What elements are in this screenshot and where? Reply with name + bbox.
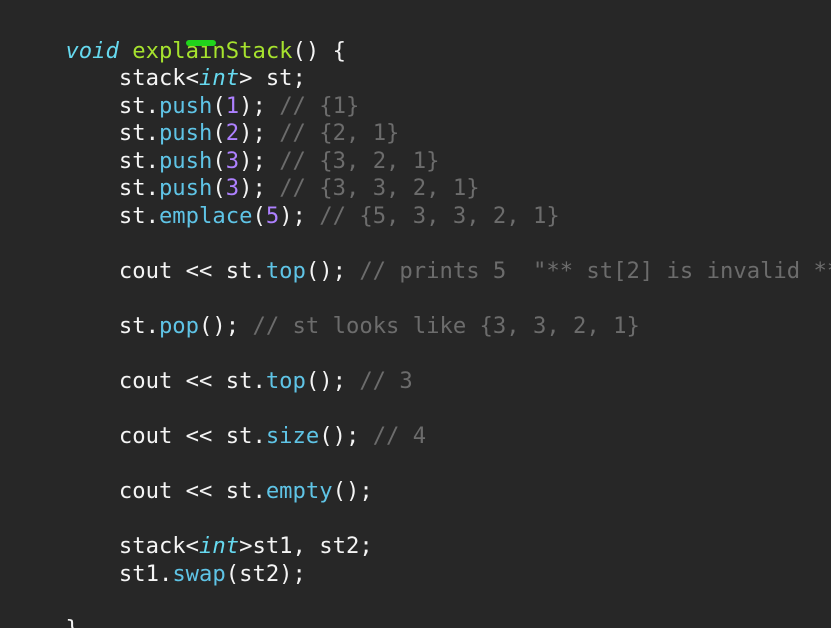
code-editor[interactable]: void explainStack() { stack<int> st; st.…: [0, 0, 831, 628]
method-name: size: [265, 423, 320, 449]
method-name: empty: [265, 478, 333, 504]
code-line-6[interactable]: st.push(3); // {3, 3, 2, 1}: [12, 148, 480, 201]
code-comment: // 3: [359, 368, 413, 394]
code-text: st.: [65, 313, 159, 339]
code-text: cout << st.: [65, 258, 266, 284]
method-name: top: [265, 258, 306, 284]
code-line-11[interactable]: st.pop(); // st looks like {3, 3, 2, 1}: [12, 286, 640, 339]
code-text: ();: [319, 423, 373, 449]
method-name: emplace: [158, 203, 253, 229]
code-line-15[interactable]: cout << st.size(); // 4: [12, 396, 426, 449]
code-text: cout << st.: [65, 478, 266, 504]
code-line-2[interactable]: stack<int> st;: [12, 38, 306, 91]
code-text: ();: [199, 313, 253, 339]
code-text: cout << st.: [65, 368, 266, 394]
code-line-9[interactable]: cout << st.top(); // prints 5 "** st[2] …: [12, 231, 831, 284]
code-text: ();: [305, 258, 360, 284]
code-line-20[interactable]: st1.swap(st2);: [12, 534, 306, 587]
code-line-5[interactable]: st.push(3); // {3, 2, 1}: [12, 121, 440, 174]
code-comment: // st looks like {3, 3, 2, 1}: [252, 313, 640, 339]
code-line-19[interactable]: stack<int>st1, st2;: [12, 506, 373, 559]
code-text: );: [279, 203, 320, 229]
code-text: (: [252, 203, 266, 229]
code-line-7[interactable]: st.emplace(5); // {5, 3, 3, 2, 1}: [12, 176, 560, 229]
code-text: ();: [332, 478, 373, 504]
code-line-4[interactable]: st.push(2); // {2, 1}: [12, 93, 400, 146]
method-name: top: [265, 368, 306, 394]
code-text: st.: [65, 203, 159, 229]
code-comment: // prints 5 "** st[2] is invalid **": [359, 258, 831, 284]
code-text: st1.: [65, 561, 173, 587]
method-name: swap: [172, 561, 226, 587]
code-text: ();: [305, 368, 360, 394]
code-line-22[interactable]: }: [12, 589, 78, 628]
code-line-17[interactable]: cout << st.empty();: [12, 451, 373, 504]
code-line-13[interactable]: cout << st.top(); // 3: [12, 341, 413, 394]
code-text: cout << st.: [65, 423, 266, 449]
closing-brace: }: [65, 616, 78, 628]
number-literal: 5: [265, 203, 280, 229]
method-name: pop: [158, 313, 200, 339]
code-line-1[interactable]: void explainStack() {: [12, 11, 346, 64]
code-text: (st2);: [225, 561, 306, 587]
code-comment: // {5, 3, 3, 2, 1}: [319, 203, 560, 229]
code-comment: // 4: [372, 423, 427, 449]
code-line-3[interactable]: st.push(1); // {1}: [12, 66, 359, 119]
